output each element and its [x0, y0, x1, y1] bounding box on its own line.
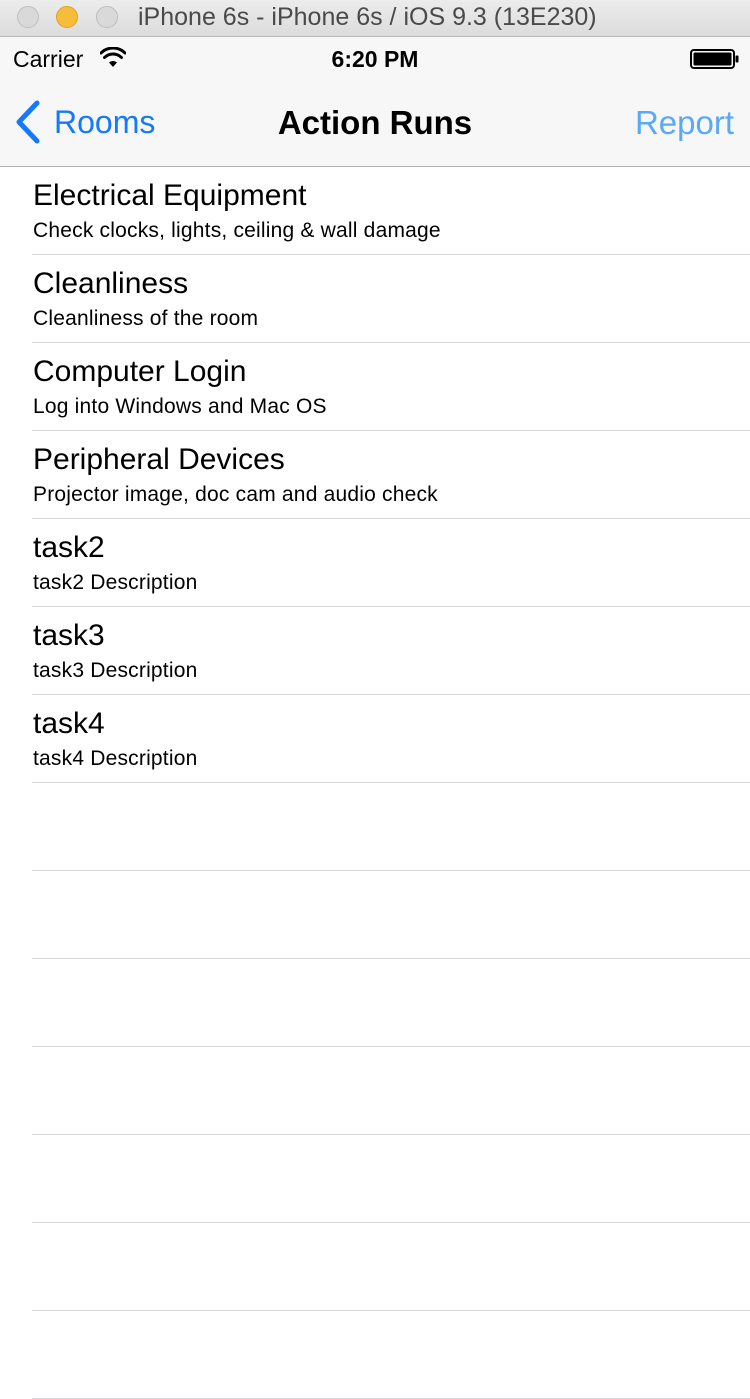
task-subtitle: Check clocks, lights, ceiling & wall dam…	[33, 219, 441, 242]
table-row[interactable]: Cleanliness Cleanliness of the room	[32, 255, 750, 343]
status-time: 6:20 PM	[331, 46, 419, 72]
table-row[interactable]: task3 task3 Description	[32, 607, 750, 695]
task-title: task2	[33, 531, 105, 564]
empty-table-row	[32, 783, 750, 871]
table-row[interactable]: task2 task2 Description	[32, 519, 750, 607]
report-button[interactable]: Report	[635, 104, 734, 142]
task-title: Peripheral Devices	[33, 443, 285, 476]
task-title: Cleanliness	[33, 267, 189, 300]
window-minimize-button[interactable]	[56, 6, 78, 28]
empty-table-row	[32, 959, 750, 1047]
navigation-bar: Rooms Action Runs Report	[0, 77, 750, 167]
task-table: Electrical Equipment Check clocks, light…	[0, 167, 750, 1399]
table-row[interactable]: Electrical Equipment Check clocks, light…	[32, 167, 750, 255]
task-title: task4	[33, 707, 105, 740]
window-zoom-button[interactable]	[96, 6, 118, 28]
task-title: Computer Login	[33, 355, 247, 388]
task-subtitle: task4 Description	[33, 747, 198, 770]
table-row[interactable]: Peripheral Devices Projector image, doc …	[32, 431, 750, 519]
task-subtitle: task2 Description	[33, 571, 198, 594]
table-row[interactable]: task4 task4 Description	[32, 695, 750, 783]
task-subtitle: Projector image, doc cam and audio check	[33, 483, 438, 506]
task-subtitle: Cleanliness of the room	[33, 307, 259, 330]
task-subtitle: Log into Windows and Mac OS	[33, 395, 327, 418]
empty-table-row	[32, 871, 750, 959]
window-title: iPhone 6s - iPhone 6s / iOS 9.3 (13E230)	[138, 3, 597, 31]
battery-full-icon	[690, 49, 739, 69]
empty-table-row	[32, 1047, 750, 1135]
empty-table-row	[32, 1311, 750, 1399]
table-row[interactable]: Computer Login Log into Windows and Mac …	[32, 343, 750, 431]
simulator-title-bar: iPhone 6s - iPhone 6s / iOS 9.3 (13E230)	[0, 0, 750, 37]
window-close-button[interactable]	[17, 6, 39, 28]
empty-table-row	[32, 1223, 750, 1311]
empty-table-row	[32, 1135, 750, 1223]
task-title: Electrical Equipment	[33, 179, 307, 212]
task-title: task3	[33, 619, 105, 652]
task-subtitle: task3 Description	[33, 659, 198, 682]
status-bar: Carrier 6:20 PM	[0, 37, 750, 77]
